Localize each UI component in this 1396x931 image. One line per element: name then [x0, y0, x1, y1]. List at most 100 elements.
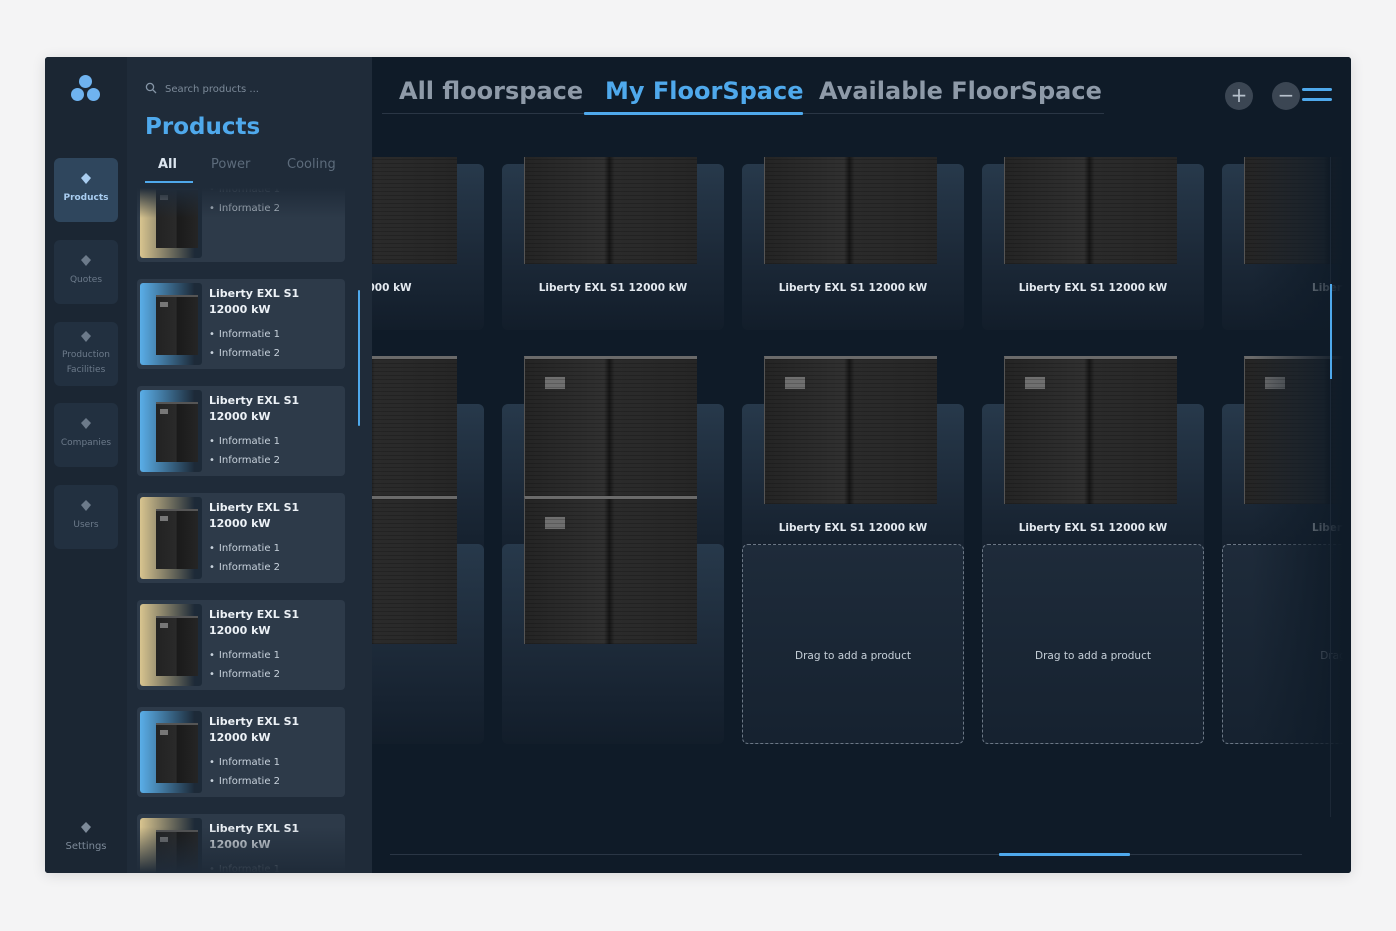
slot-label: Liberty EXL S1 12000 kW: [778, 282, 928, 294]
cabinet-image: [372, 356, 457, 504]
list-top-fade: [127, 188, 372, 218]
nav-item-label: Products: [63, 193, 109, 203]
product-thumbnail: [140, 390, 202, 472]
diamond-icon: [81, 331, 91, 342]
slot-label: Drag to add a product: [795, 650, 911, 662]
nav-item-quotes[interactable]: Quotes: [54, 240, 118, 304]
product-slot[interactable]: Liberty EXL S1 12000 kW: [982, 157, 1204, 330]
minus-icon: −: [1277, 83, 1295, 107]
product-title: Liberty EXL S1 12000 kW: [209, 287, 300, 316]
diamond-icon: [81, 255, 91, 266]
product-thumbnail: [140, 497, 202, 579]
tab-power[interactable]: Power: [211, 157, 250, 180]
product-thumbnail: [140, 604, 202, 686]
tab-all[interactable]: All: [158, 157, 177, 180]
nav-item-users[interactable]: Users: [54, 485, 118, 549]
cabinet-image: [372, 496, 457, 644]
product-thumbnail: [140, 283, 202, 365]
nav-item-settings[interactable]: Settings: [45, 821, 127, 852]
settings-label: Settings: [65, 841, 107, 852]
nav-item-production-facilities[interactable]: Production Facilities: [54, 322, 118, 386]
grid-right-fade: [1252, 147, 1351, 847]
remove-button[interactable]: −: [1272, 82, 1300, 110]
slot-label: Liberty EXL S1 12000 kW: [1018, 282, 1168, 294]
cabinet-image: [1004, 356, 1177, 504]
product-card[interactable]: Liberty EXL S1 12000 kW Informatie 1 Infor…: [137, 707, 345, 797]
diamond-icon: [81, 418, 91, 429]
products-panel: Products All Power Cooling Informatie 1 I…: [127, 57, 372, 873]
slot-label: Drag to add a product: [1035, 650, 1151, 662]
tab-available-floorspace[interactable]: Available FloorSpace: [819, 77, 1102, 105]
grid-bottom-fade: [372, 757, 1351, 827]
plus-icon: +: [1230, 83, 1248, 107]
cabinet-image: [524, 157, 697, 264]
cabinet-image: [764, 356, 937, 504]
cabinet-image: [524, 356, 697, 504]
nav-item-label: Users: [73, 520, 99, 530]
product-card[interactable]: Liberty EXL S1 12000 kW Informatie 1 Infor…: [137, 386, 345, 476]
product-thumbnail: [140, 711, 202, 793]
product-title: Liberty EXL S1 12000 kW: [209, 394, 300, 423]
tab-all-floorspace[interactable]: All floorspace: [399, 77, 583, 105]
nav-item-products[interactable]: Products: [54, 158, 118, 222]
nav-rail: Products Quotes Production Facilities Co…: [45, 57, 127, 873]
nav-item-label: Quotes: [69, 275, 103, 285]
diamond-icon: [81, 500, 91, 511]
tab-cooling[interactable]: Cooling: [287, 157, 336, 180]
tab-my-floorspace[interactable]: My FloorSpace: [605, 77, 803, 105]
cabinet-image: [1004, 157, 1177, 264]
active-tab-indicator: [584, 112, 803, 115]
product-info-2: Informatie 2: [209, 455, 280, 466]
product-info-2: Informatie 2: [209, 348, 280, 359]
empty-slot[interactable]: Drag to add a product: [742, 544, 964, 744]
floorspace-grid: S1 12000 kW Liberty EXL S1 12000 kW Libert…: [372, 157, 1351, 817]
product-slot[interactable]: [372, 496, 484, 744]
app-window: Products Quotes Production Facilities Co…: [45, 57, 1351, 873]
search-input[interactable]: [165, 81, 345, 97]
product-info-1: Informatie 1: [209, 436, 280, 447]
floorspace-tabs: All floorspace My FloorSpace Available F…: [372, 57, 1351, 127]
product-list: Informatie 1 Informatie 2 Liberty EXL S1 1…: [137, 188, 345, 873]
product-slot[interactable]: [502, 496, 724, 744]
nav-item-companies[interactable]: Companies: [54, 403, 118, 467]
product-slot[interactable]: S1 12000 kW: [372, 157, 484, 330]
nav-item-label: Production Facilities: [62, 350, 110, 375]
active-tab-indicator: [145, 181, 193, 183]
product-info-2: Informatie 2: [209, 562, 280, 573]
floorspace-area: All floorspace My FloorSpace Available F…: [372, 57, 1351, 873]
product-info-1: Informatie 1: [209, 329, 280, 340]
add-button[interactable]: +: [1225, 82, 1253, 110]
diamond-icon: [81, 822, 91, 833]
panel-title: Products: [145, 114, 261, 140]
slot-label: Liberty EXL S1 12000 kW: [538, 282, 688, 294]
logo-icon[interactable]: [69, 75, 103, 105]
grid-horizontal-scrollbar[interactable]: [999, 853, 1130, 856]
product-info-2: Informatie 2: [209, 669, 280, 680]
nav-item-label: Companies: [60, 438, 112, 448]
product-slot[interactable]: Liberty EXL S1 12000 kW: [502, 157, 724, 330]
product-card[interactable]: Liberty EXL S1 12000 kW Informatie 1 Infor…: [137, 279, 345, 369]
cabinet-image: [764, 157, 937, 264]
product-title: Liberty EXL S1 12000 kW: [209, 501, 300, 530]
cabinet-image: [524, 496, 697, 644]
search-icon: [145, 82, 157, 94]
grid-vertical-scrollbar[interactable]: [1330, 284, 1332, 379]
search-bar: [145, 81, 345, 97]
product-info-1: Informatie 1: [209, 543, 280, 554]
cabinet-image: [372, 157, 457, 264]
product-card[interactable]: Liberty EXL S1 12000 kW Informatie 1 Infor…: [137, 493, 345, 583]
product-slot[interactable]: Liberty EXL S1 12000 kW: [742, 157, 964, 330]
product-card[interactable]: Liberty EXL S1 12000 kW Informatie 1 Infor…: [137, 600, 345, 690]
hamburger-menu-icon[interactable]: [1302, 88, 1332, 104]
product-info-1: Informatie 1: [209, 757, 280, 768]
grid-vertical-scroll-track: [1330, 157, 1331, 817]
grid-horizontal-scroll-track: [390, 854, 1302, 855]
empty-slot[interactable]: Drag to add a product: [982, 544, 1204, 744]
slot-label: Liberty EXL S1 12000 kW: [1018, 522, 1168, 534]
product-title: Liberty EXL S1 12000 kW: [209, 608, 300, 637]
product-list-scrollbar[interactable]: [358, 290, 360, 426]
diamond-icon: [81, 173, 91, 184]
product-info-2: Informatie 2: [209, 776, 280, 787]
slot-label: Liberty EXL S1 12000 kW: [778, 522, 928, 534]
product-filter-tabs: All Power Cooling: [145, 157, 360, 183]
